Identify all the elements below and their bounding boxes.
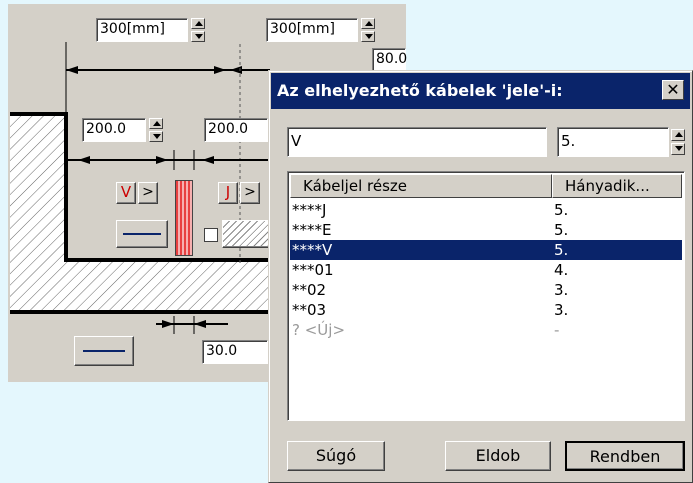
filter-input[interactable]: V [287, 127, 547, 157]
spin-up-icon[interactable] [671, 129, 685, 141]
marker-next-button-right[interactable]: > [240, 182, 260, 204]
spin-down-icon[interactable] [671, 143, 685, 155]
width-field-right[interactable]: 300[mm] [266, 18, 358, 42]
line-icon [123, 233, 161, 235]
height-field[interactable]: 80.0 [372, 48, 407, 72]
list-item[interactable]: ****E 5. [290, 220, 682, 240]
index-spinner[interactable] [671, 129, 685, 155]
fill-pattern-button[interactable] [222, 220, 270, 248]
line-icon [83, 350, 125, 352]
wall-hatch [10, 114, 278, 312]
bottom-line-style-button[interactable] [74, 336, 134, 366]
column-header-index[interactable]: Hányadik... [552, 174, 682, 198]
list-item-selected[interactable]: ****V 5. [290, 240, 682, 260]
marker-next-button[interactable]: > [138, 182, 158, 204]
spin-up-icon[interactable] [361, 18, 375, 29]
spin-up-icon[interactable] [149, 118, 163, 129]
width-spinner-left[interactable] [191, 18, 205, 42]
line-style-button[interactable] [116, 220, 168, 248]
offset-field-left[interactable]: 200.0 [82, 118, 146, 142]
list-item[interactable]: **03 3. [290, 300, 682, 320]
list-item[interactable]: ***01 4. [290, 260, 682, 280]
cable-marks-list[interactable]: Kábeljel része Hányadik... ****J 5. ****E… [287, 171, 685, 421]
column-header-part[interactable]: Kábeljel része [290, 174, 552, 198]
list-item-new[interactable]: ? <Új> - [290, 320, 682, 340]
close-button[interactable]: ✕ [662, 80, 684, 100]
list-item[interactable]: ****J 5. [290, 200, 682, 220]
offset-field-right[interactable]: 200.0 [204, 118, 268, 142]
ok-button[interactable]: Rendben [565, 441, 685, 471]
dialog-titlebar[interactable]: Az elhelyezhető kábelek 'jele'-i: ✕ [271, 73, 690, 109]
offset-spinner-left[interactable] [149, 118, 163, 142]
spin-down-icon[interactable] [149, 131, 163, 142]
cable-slot-hatched [175, 180, 193, 256]
fill-checkbox[interactable] [204, 228, 218, 242]
cable-marker-v[interactable]: V [116, 182, 136, 204]
cable-marker-j[interactable]: J [218, 182, 238, 204]
help-button[interactable]: Súgó [287, 441, 385, 471]
spin-down-icon[interactable] [361, 31, 375, 42]
width-field-left[interactable]: 300[mm] [96, 18, 188, 42]
spin-down-icon[interactable] [191, 31, 205, 42]
gap-field[interactable]: 30.0 [202, 340, 268, 364]
dialog-title: Az elhelyezhető kábelek 'jele'-i: [277, 81, 563, 100]
cable-marks-dialog: Az elhelyezhető kábelek 'jele'-i: ✕ V 5.… [268, 70, 693, 483]
index-input[interactable]: 5. [557, 127, 669, 157]
width-spinner-right[interactable] [361, 18, 375, 42]
list-item[interactable]: **02 3. [290, 280, 682, 300]
discard-button[interactable]: Eldob [445, 441, 551, 471]
spin-up-icon[interactable] [191, 18, 205, 29]
